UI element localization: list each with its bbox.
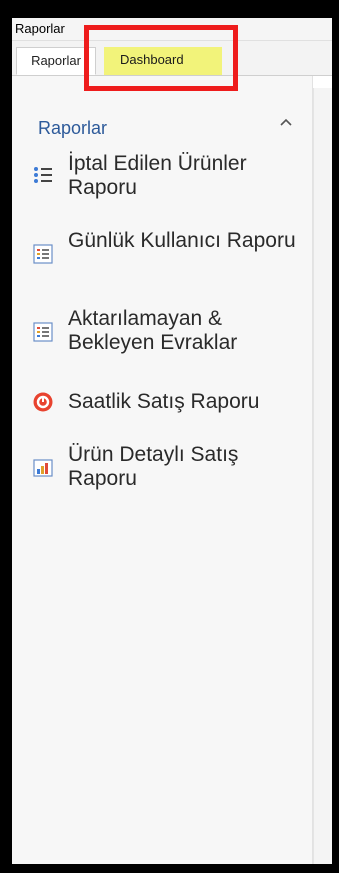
nav-item-label: Ürün Detaylı Satış Raporu xyxy=(68,443,239,490)
nav-item-saatlik-satis[interactable]: Saatlik Satış Raporu xyxy=(32,390,302,418)
vertical-scrollbar[interactable] xyxy=(313,88,332,864)
nav-item-label: Aktarılamayan & Bekleyen Evraklar xyxy=(68,307,238,354)
bar-chart-icon xyxy=(33,459,53,477)
nav-item-label: İptal Edilen Ürünler Raporu xyxy=(68,152,247,199)
group-header-raporlar[interactable]: Raporlar xyxy=(38,118,107,139)
annotation-highlight-box xyxy=(84,25,238,91)
nav-item-iptal-edilen-urunler[interactable]: İptal Edilen Ürünler Raporu xyxy=(32,152,302,206)
list-bullets-icon xyxy=(34,167,52,183)
chevron-up-icon[interactable] xyxy=(278,114,294,130)
nav-item-aktarilamayan-evraklar[interactable]: Aktarılamayan & Bekleyen Evraklar xyxy=(32,307,302,361)
reports-window: Raporlar Raporlar Dashboard Raporlar İpt… xyxy=(12,18,332,864)
report-list-icon xyxy=(33,244,53,264)
report-list-icon xyxy=(33,322,53,342)
clock-circle-icon xyxy=(33,392,53,412)
nav-item-urun-detayli-satis[interactable]: Ürün Detaylı Satış Raporu xyxy=(32,443,302,497)
nav-item-gunluk-kullanici[interactable]: Günlük Kullanıcı Raporu xyxy=(32,229,302,283)
nav-item-label: Günlük Kullanıcı Raporu xyxy=(68,229,296,252)
nav-item-label: Saatlik Satış Raporu xyxy=(68,390,260,413)
